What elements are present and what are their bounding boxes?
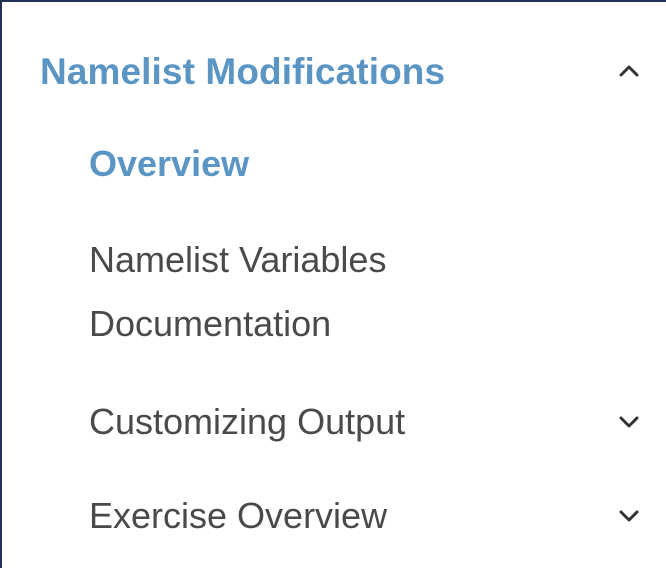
sidebar-nav: Namelist Modifications Overview Namelist… — [0, 0, 666, 568]
nav-item-label: Namelist Variables Documentation — [89, 239, 387, 344]
nav-item-customizing-output[interactable]: Customizing Output — [89, 390, 659, 454]
chevron-down-icon[interactable] — [618, 415, 640, 429]
nav-item-namelist-variables-documentation[interactable]: Namelist Variables Documentation — [89, 228, 659, 356]
chevron-down-icon[interactable] — [618, 509, 640, 523]
section-title: Namelist Modifications — [40, 51, 446, 92]
nav-item-label: Customizing Output — [89, 401, 406, 442]
nav-item-label: Exercise Overview — [89, 495, 388, 536]
section-namelist-modifications[interactable]: Namelist Modifications — [40, 46, 660, 98]
chevron-up-icon[interactable] — [618, 64, 640, 78]
nav-item-label: Overview — [89, 143, 250, 184]
nav-item-exercise-overview[interactable]: Exercise Overview — [89, 484, 659, 548]
nav-item-overview[interactable]: Overview — [89, 132, 659, 196]
